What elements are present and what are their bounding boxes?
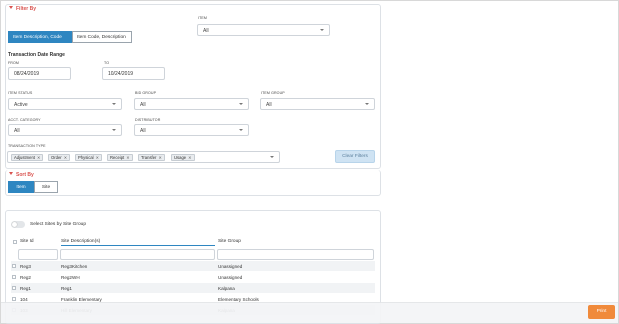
sort-section-toggle[interactable]: Sort By	[9, 172, 34, 178]
date-range-title: Transaction Date Range	[8, 52, 65, 58]
sort-indicator	[61, 245, 215, 246]
mode-code-description[interactable]: Item Code, Description	[72, 31, 132, 43]
acct-category-select[interactable]: All	[8, 124, 122, 136]
item-group-label: ITEM GROUP	[261, 91, 285, 95]
row-checkbox[interactable]	[12, 286, 16, 290]
from-date-input[interactable]: 08/24/2019	[8, 67, 71, 80]
sort-panel	[5, 170, 381, 196]
acct-category-label: ACCT. CATEGORY	[8, 118, 41, 122]
distributor-select[interactable]: All	[134, 124, 249, 136]
transaction-type-multiselect[interactable]: Adjustment ✕ Order ✕ Physical ✕ Receipt ✕ Tr…	[7, 151, 280, 163]
site-description: Reg2WH	[61, 274, 80, 280]
tag-adjustment: Adjustment ✕	[11, 154, 44, 161]
chevron-down-icon	[239, 129, 243, 131]
site-group: Unassigned	[218, 274, 243, 280]
chevron-down-icon	[9, 172, 13, 175]
distributor-value: All	[140, 128, 146, 134]
table-row[interactable]: Reg3 Reg3Kitchen Unassigned	[11, 261, 375, 271]
site-group-toggle[interactable]	[11, 221, 25, 228]
chevron-down-icon	[9, 6, 13, 9]
row-checkbox[interactable]	[12, 297, 16, 301]
sort-item-button[interactable]: Item	[8, 181, 34, 193]
site-description: Franklin Elementary	[61, 296, 102, 302]
item-group-value: All	[266, 102, 272, 108]
item-label: ITEM	[198, 16, 207, 20]
row-checkbox[interactable]	[12, 275, 16, 279]
distributor-label: DISTRIBUTOR	[135, 118, 161, 122]
print-button[interactable]: Print	[588, 305, 615, 319]
sort-site-button[interactable]: Site	[34, 181, 58, 193]
tag-physical: Physical ✕	[75, 154, 103, 161]
close-icon[interactable]: ✕	[158, 155, 162, 160]
site-description: Reg1	[61, 285, 72, 291]
table-row[interactable]: Reg1 Reg1 Kalpana	[11, 283, 375, 293]
filter-site-id-input[interactable]	[18, 249, 58, 260]
chevron-down-icon	[239, 103, 243, 105]
bid-group-select[interactable]: All	[134, 98, 249, 110]
chevron-down-icon	[320, 29, 324, 31]
chevron-down-icon	[365, 103, 369, 105]
filter-site-group-input[interactable]	[217, 249, 374, 260]
item-status-label: ITEM STATUS	[8, 91, 33, 95]
close-icon[interactable]: ✕	[64, 155, 68, 160]
close-icon[interactable]: ✕	[37, 155, 41, 160]
to-label: TO	[104, 61, 110, 65]
chevron-down-icon	[112, 129, 116, 131]
from-label: FROM	[8, 61, 19, 65]
filter-section-toggle[interactable]: Filter By	[9, 6, 36, 12]
tag-order: Order ✕	[48, 154, 71, 161]
bid-group-label: BID GROUP	[135, 91, 157, 95]
item-status-value: Active	[14, 102, 28, 108]
table-row[interactable]: Reg2 Reg2WH Unassigned	[11, 272, 375, 282]
mode-description-code[interactable]: Item Description, Code	[8, 31, 72, 43]
site-description: Reg3Kitchen	[61, 263, 88, 269]
site-group: Kalpana	[218, 285, 235, 291]
site-id: Reg1	[20, 285, 31, 291]
row-checkbox[interactable]	[12, 264, 16, 268]
close-icon[interactable]: ✕	[188, 155, 192, 160]
transaction-type-label: TRANSACTION TYPE	[8, 144, 46, 148]
item-group-select[interactable]: All	[260, 98, 375, 110]
site-id: Reg3	[20, 263, 31, 269]
close-icon[interactable]: ✕	[126, 155, 130, 160]
item-select-value: All	[203, 28, 209, 34]
site-group-toggle-label: Select Sites by Site Group	[30, 222, 86, 227]
site-id: Reg2	[20, 274, 31, 280]
filter-title: Filter By	[16, 6, 37, 12]
footer-bar	[1, 302, 618, 323]
col-site-group[interactable]: Site Group	[218, 239, 241, 244]
col-site-id[interactable]: Site Id	[20, 239, 34, 244]
item-select[interactable]: All	[197, 24, 330, 36]
bid-group-value: All	[140, 102, 146, 108]
select-all-checkbox[interactable]	[13, 240, 17, 244]
site-group: Elementary Schools	[218, 296, 259, 302]
acct-category-value: All	[14, 128, 20, 134]
chevron-down-icon	[112, 103, 116, 105]
close-icon[interactable]: ✕	[96, 155, 100, 160]
tag-usage: Usage ✕	[171, 154, 195, 161]
item-status-select[interactable]: Active	[8, 98, 122, 110]
clear-filters-button[interactable]: Clear Filters	[335, 150, 375, 163]
site-group: Unassigned	[218, 263, 243, 269]
tag-transfer: Transfer ✕	[138, 154, 165, 161]
filter-site-description-input[interactable]	[60, 249, 215, 260]
chevron-down-icon	[270, 156, 274, 158]
sort-title: Sort By	[16, 172, 34, 178]
site-id: 104	[20, 296, 28, 302]
col-site-description[interactable]: Site Description(s)	[61, 239, 100, 244]
to-date-input[interactable]: 10/24/2019	[102, 67, 165, 80]
tag-receipt: Receipt ✕	[107, 154, 133, 161]
